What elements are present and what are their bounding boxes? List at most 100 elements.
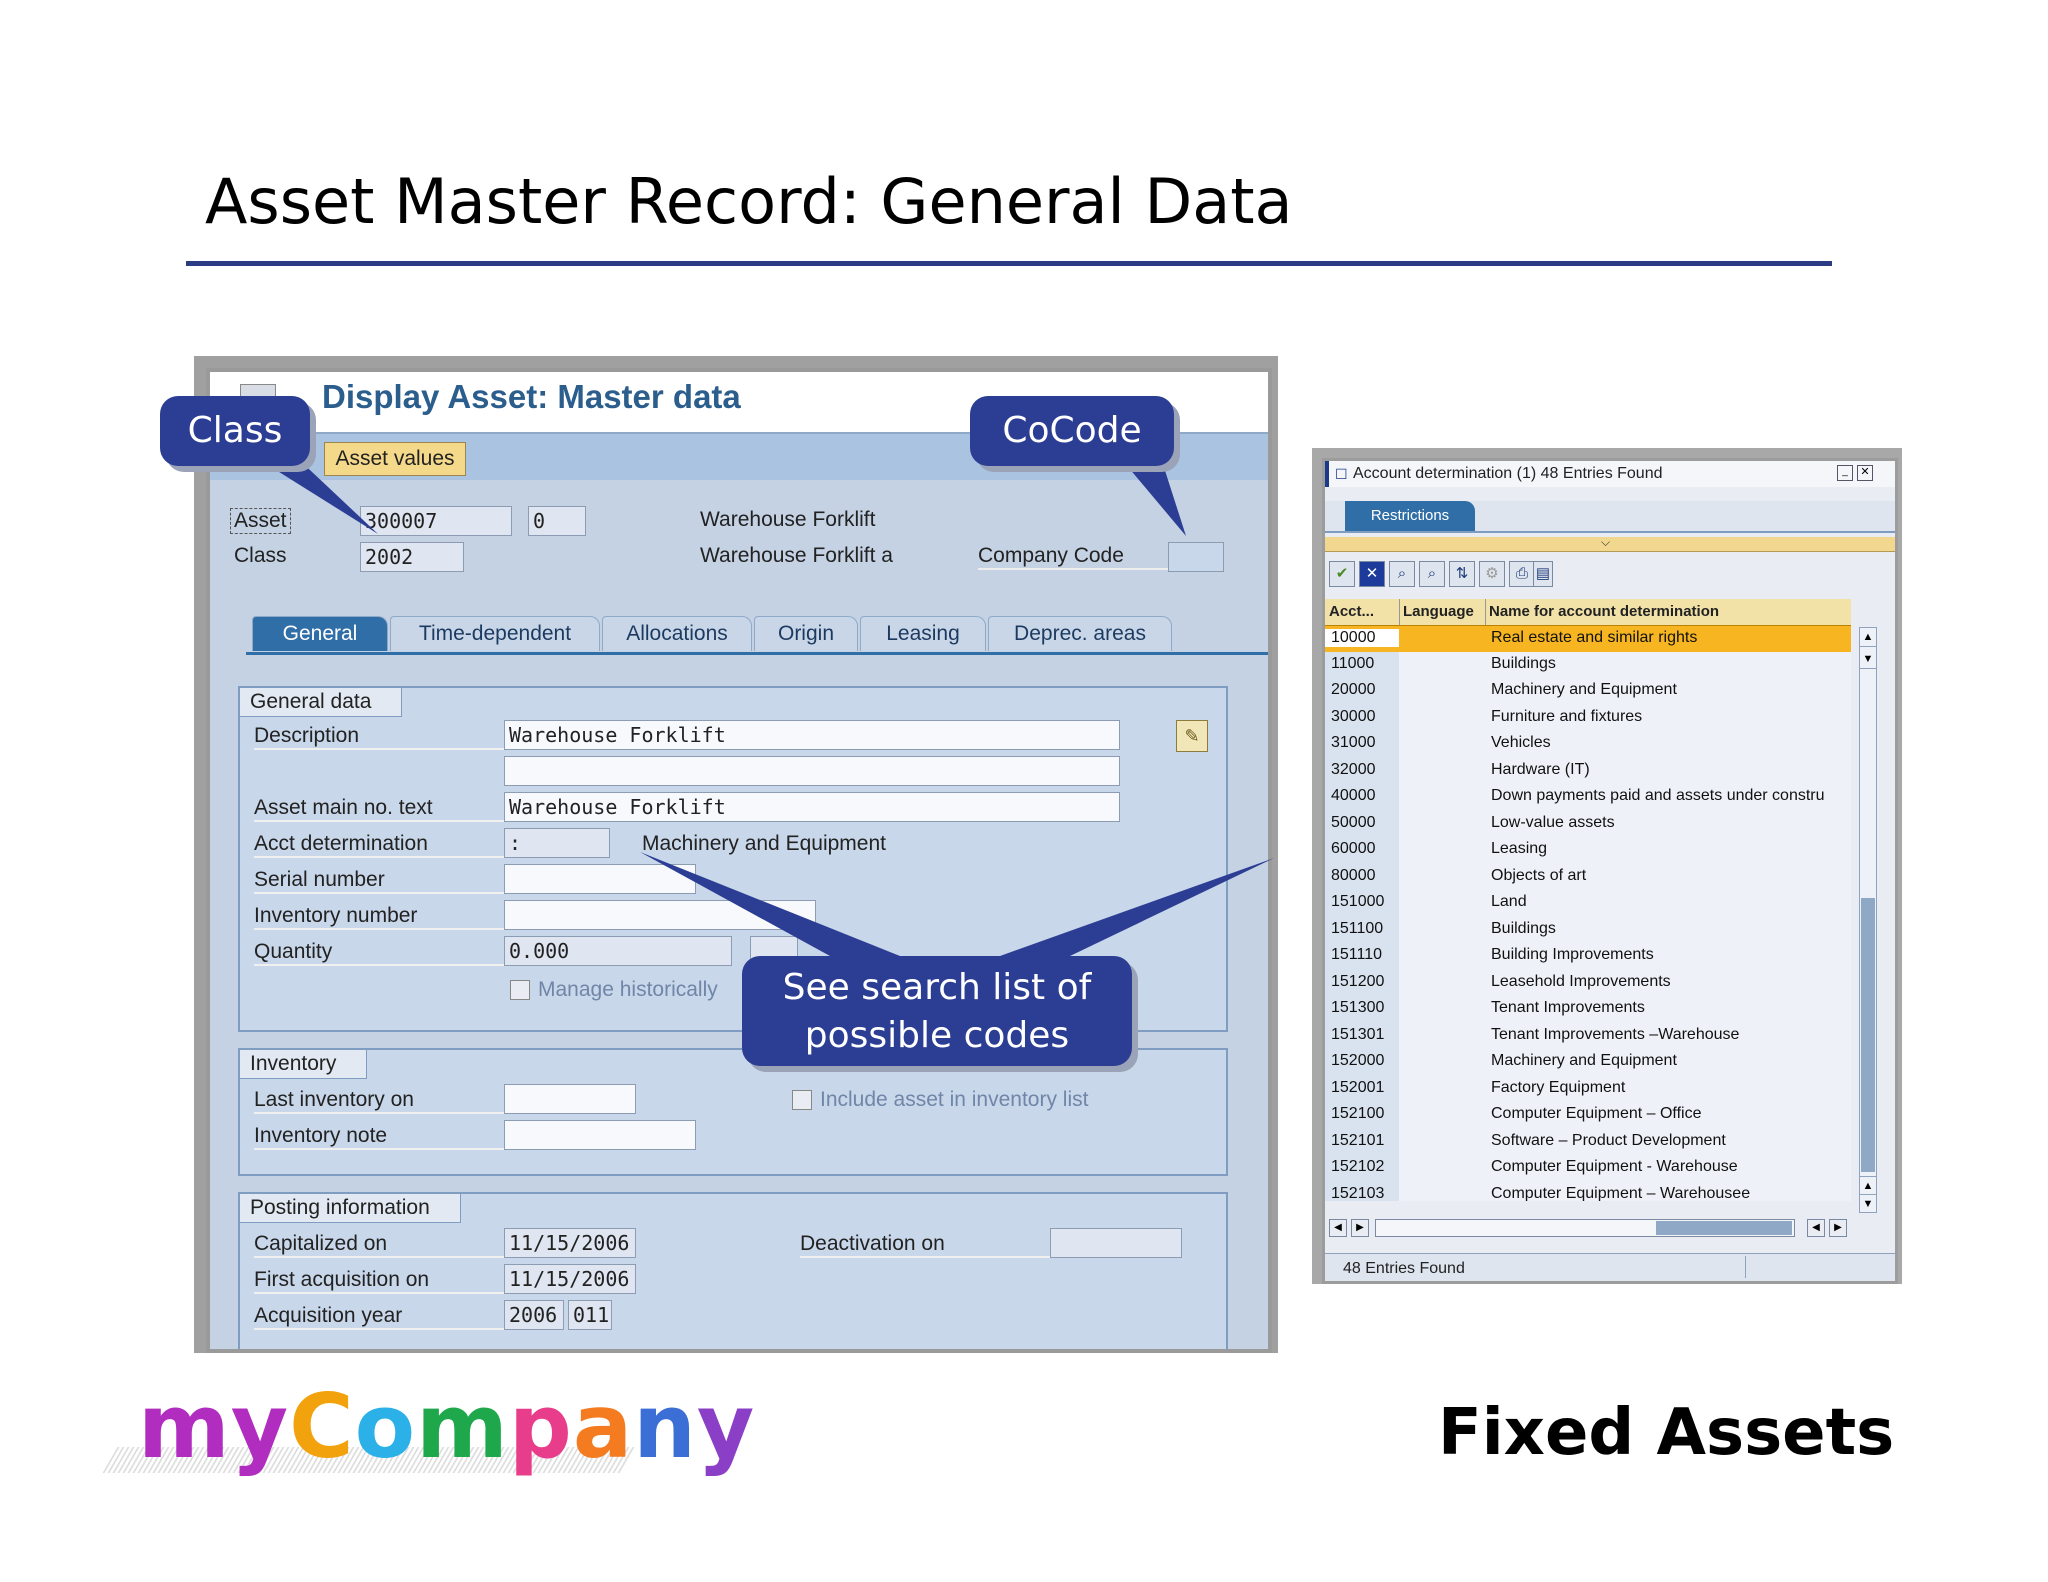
list-item[interactable]: 50000 Low-value assets	[1325, 811, 1851, 837]
acct-name: Leasing	[1491, 840, 1548, 857]
list-item[interactable]: 151301 Tenant Improvements –Warehouse	[1325, 1023, 1851, 1049]
acct-name: Tenant Improvements –Warehouse	[1491, 1025, 1740, 1043]
list-item[interactable]: 152000 Machinery and Equipment	[1325, 1049, 1851, 1075]
export-icon[interactable]: ▤	[1533, 561, 1553, 587]
list-item[interactable]: 152102 Computer Equipment - Warehouse	[1325, 1155, 1851, 1181]
acct-name: Vehicles	[1491, 734, 1551, 751]
print-icon[interactable]: ⎙	[1509, 561, 1535, 587]
list-item[interactable]: 152001 Factory Equipment	[1325, 1076, 1851, 1102]
footer-title: Fixed Assets	[1438, 1396, 1895, 1470]
list-item[interactable]: 32000 Hardware (IT)	[1325, 758, 1851, 784]
popup-titlebar: ☐ Account determination (1) 48 Entries F…	[1325, 461, 1895, 487]
acct-key: 40000	[1331, 787, 1376, 804]
horizontal-track[interactable]	[1375, 1219, 1795, 1237]
scroll-right-icon[interactable]: ▶	[1351, 1219, 1369, 1237]
list-item[interactable]: 60000 Leasing	[1325, 837, 1851, 863]
expand-arrow-icon[interactable]: ⌵	[1601, 535, 1610, 550]
vertical-scrollbar[interactable]: ▲ ▼ ▲ ▼	[1859, 627, 1877, 1213]
list-item[interactable]: 151110 Building Improvements	[1325, 943, 1851, 969]
search-list-callout: See search list of possible codes	[742, 956, 1132, 1066]
list-item[interactable]: 40000 Down payments paid and assets under…	[1325, 784, 1851, 810]
scroll-down-icon[interactable]: ▼	[1860, 650, 1876, 669]
list-item[interactable]: 151100 Buildings	[1325, 917, 1851, 943]
list-item[interactable]: 151200 Leasehold Improvements	[1325, 970, 1851, 996]
acct-name: Hardware (IT)	[1491, 760, 1590, 778]
acct-key: 32000	[1331, 760, 1376, 778]
scroll-up-icon[interactable]: ▲	[1860, 628, 1876, 647]
column-name[interactable]: Name for account determination	[1489, 603, 1719, 620]
acct-name: Building Improvements	[1491, 946, 1654, 963]
list-item[interactable]: 11000 Buildings	[1325, 652, 1851, 678]
list-item[interactable]: 152100 Computer Equipment – Office	[1325, 1102, 1851, 1128]
cocode-callout-pointer	[1118, 455, 1186, 536]
check-icon[interactable]: ✔	[1329, 561, 1355, 587]
find-next-icon[interactable]: ⌕	[1419, 561, 1445, 587]
popup-title: Account determination (1) 48 Entries Fou…	[1353, 465, 1663, 482]
list-item[interactable]: 80000 Objects of art	[1325, 864, 1851, 890]
cancel-icon[interactable]: ✕	[1359, 561, 1385, 587]
acct-key: 60000	[1331, 840, 1376, 857]
list-item[interactable]: 152103 Computer Equipment – Warehousee	[1325, 1182, 1851, 1202]
account-determination-popup: ☐ Account determination (1) 48 Entries F…	[1322, 458, 1898, 1284]
class-callout-pointer	[252, 455, 378, 534]
acct-name: Buildings	[1491, 919, 1556, 937]
acct-key: 151301	[1331, 1025, 1385, 1043]
scroll-left-icon[interactable]: ◀	[1329, 1219, 1347, 1237]
acct-name: Buildings	[1491, 654, 1556, 672]
find-icon[interactable]: ⌕	[1389, 561, 1415, 587]
acct-key: 152101	[1331, 1131, 1385, 1149]
cocode-callout: CoCode	[970, 396, 1174, 466]
acct-key: 151100	[1331, 919, 1384, 937]
horizontal-scrollbar[interactable]: ◀ ▶ ◀ ▶	[1329, 1219, 1869, 1237]
acct-key: 10000	[1325, 629, 1399, 647]
acct-key: 50000	[1331, 813, 1376, 831]
search-callout-line1: See search list of	[782, 967, 1092, 1008]
scroll-right-icon[interactable]: ▶	[1829, 1219, 1847, 1237]
acct-name: Low-value assets	[1491, 813, 1615, 831]
close-icon[interactable]: ✕	[1857, 465, 1873, 481]
acct-name: Leasehold Improvements	[1491, 972, 1671, 990]
list-item[interactable]: 31000 Vehicles	[1325, 731, 1851, 757]
acct-key: 152102	[1331, 1158, 1385, 1175]
acct-name: Computer Equipment - Warehouse	[1491, 1158, 1738, 1175]
list-item[interactable]: 20000 Machinery and Equipment	[1325, 678, 1851, 704]
acct-key: 80000	[1331, 866, 1376, 884]
acct-key: 151000	[1331, 893, 1385, 910]
acct-name: Machinery and Equipment	[1491, 1052, 1677, 1069]
scroll-down-icon[interactable]: ▼	[1860, 1194, 1876, 1213]
acct-name: Computer Equipment – Warehousee	[1491, 1184, 1751, 1202]
acct-key: 31000	[1331, 734, 1376, 751]
scroll-thumb[interactable]	[1861, 898, 1875, 1172]
scroll-up-icon[interactable]: ▲	[1860, 1176, 1876, 1195]
column-language[interactable]: Language	[1403, 603, 1474, 620]
search-callout-pointer-right	[1000, 858, 1274, 956]
list-item[interactable]: 152101 Software – Product Development	[1325, 1129, 1851, 1155]
acct-name: Down payments paid and assets under cons…	[1491, 787, 1825, 804]
acct-key: 151200	[1331, 972, 1385, 990]
popup-window-icon: ☐	[1335, 466, 1348, 482]
popup-tab-strip: Restrictions	[1325, 501, 1895, 533]
acct-key: 151300	[1331, 999, 1385, 1016]
popup-status-bar: 48 Entries Found	[1325, 1253, 1895, 1281]
acct-name: Machinery and Equipment	[1491, 681, 1677, 698]
status-divider	[1745, 1256, 1746, 1278]
column-divider	[1485, 599, 1486, 625]
list-item[interactable]: 30000 Furniture and fixtures	[1325, 705, 1851, 731]
column-divider	[1399, 599, 1400, 625]
list-item[interactable]: 151300 Tenant Improvements	[1325, 996, 1851, 1022]
column-acct[interactable]: Acct...	[1329, 603, 1374, 620]
sort-icon[interactable]: ⇅	[1449, 561, 1475, 587]
search-callout-line2: possible codes	[804, 1015, 1070, 1056]
horizontal-thumb[interactable]	[1656, 1221, 1792, 1235]
acct-name: Computer Equipment – Office	[1491, 1105, 1702, 1122]
settings-icon[interactable]: ⚙	[1479, 561, 1505, 587]
scroll-left-icon[interactable]: ◀	[1807, 1219, 1825, 1237]
tab-restrictions[interactable]: Restrictions	[1345, 501, 1475, 531]
popup-toolbar: ✔ ✕ ⌕ ⌕ ⇅ ⚙ ⎙ ▤	[1329, 561, 1889, 589]
restrictions-expander[interactable]: ⌵	[1325, 535, 1895, 552]
acct-name: Land	[1491, 893, 1527, 910]
list-item[interactable]: 151000 Land	[1325, 890, 1851, 916]
list-item[interactable]: 10000 Real estate and similar rights	[1325, 625, 1851, 652]
minimize-icon[interactable]: _	[1837, 465, 1853, 481]
logo-part-company: Company	[289, 1375, 756, 1478]
